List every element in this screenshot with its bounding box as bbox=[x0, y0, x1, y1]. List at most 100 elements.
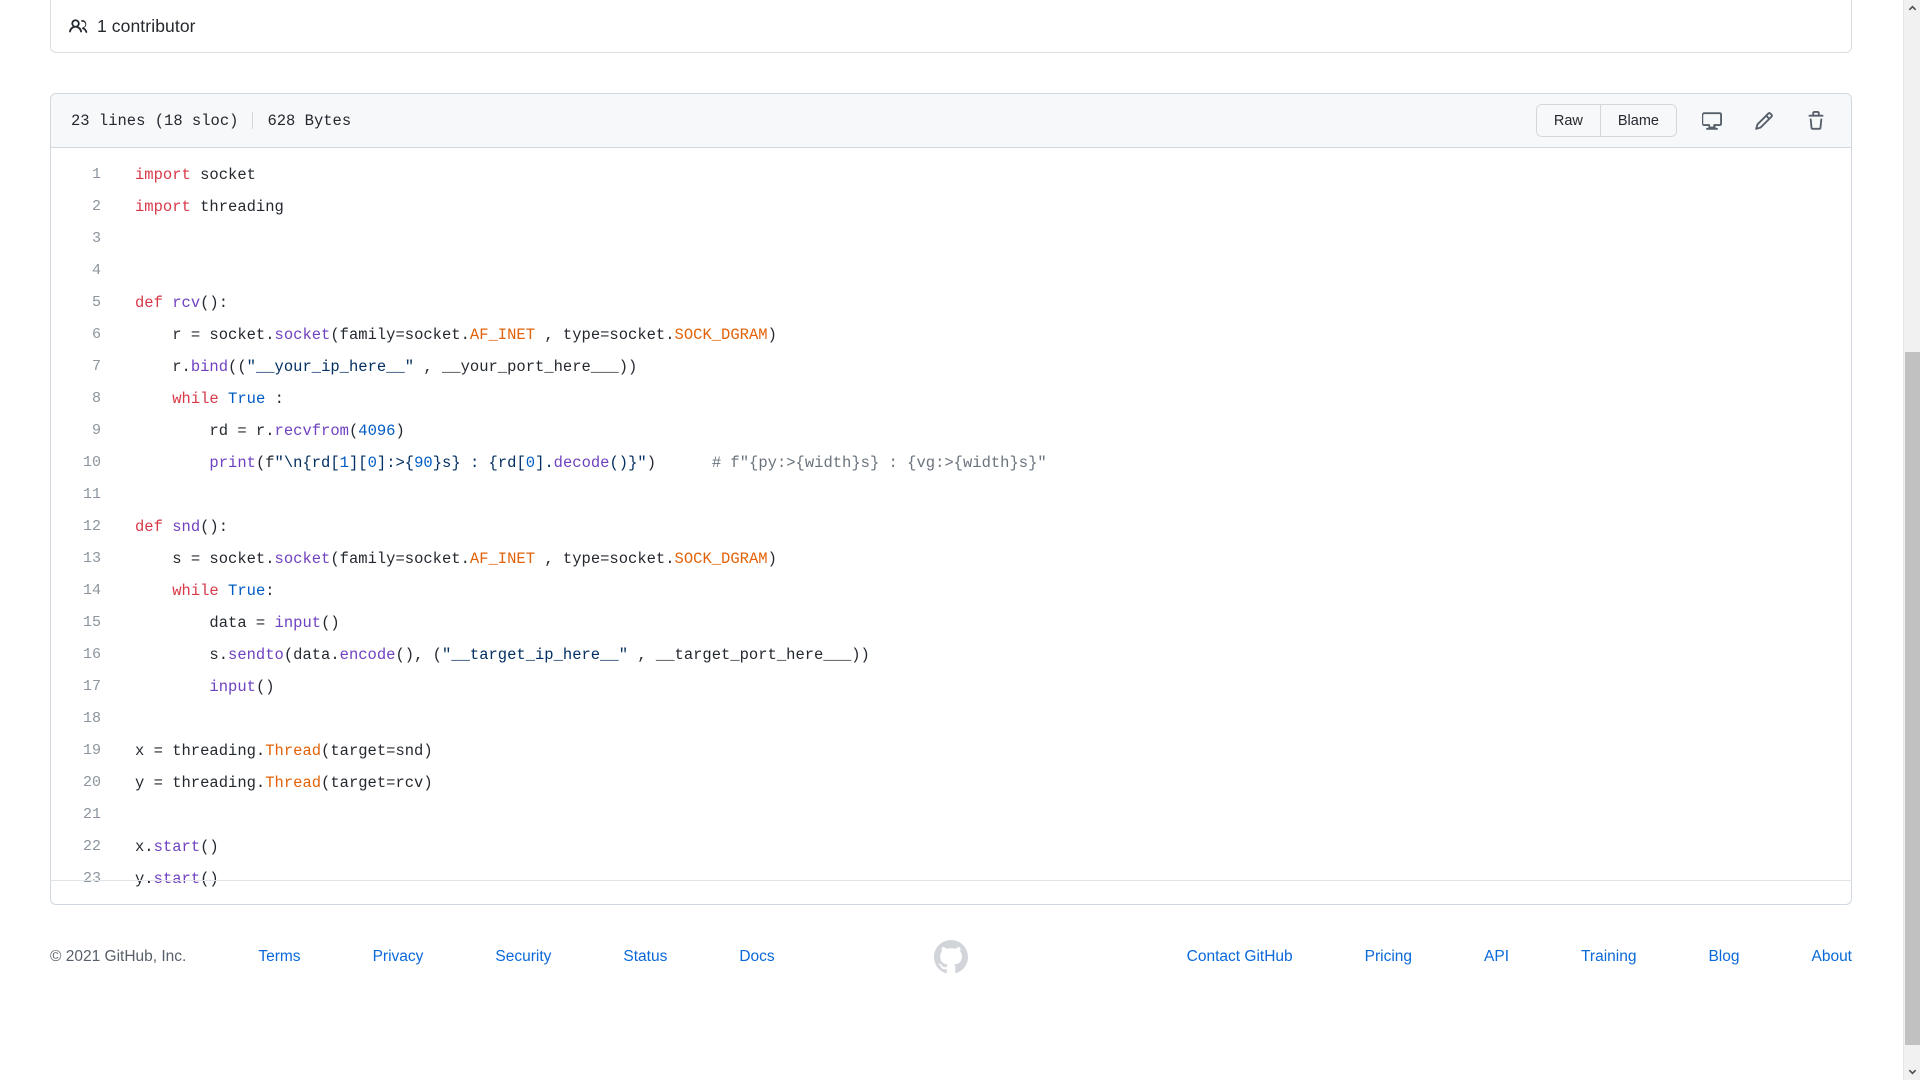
line-content[interactable]: x.start() bbox=[113, 831, 1851, 863]
file-lines-label: 23 lines (18 sloc) bbox=[71, 111, 239, 130]
footer-link-blog[interactable]: Blog bbox=[1708, 948, 1739, 966]
code-line-row: 6 r = socket.socket(family=socket.AF_INE… bbox=[51, 319, 1851, 351]
pencil-icon bbox=[1754, 111, 1774, 131]
page-scrollbar[interactable] bbox=[1903, 0, 1920, 1080]
line-number[interactable]: 2 bbox=[51, 191, 113, 223]
line-content[interactable]: rd = r.recvfrom(4096) bbox=[113, 415, 1851, 447]
line-number[interactable]: 10 bbox=[51, 447, 113, 479]
desktop-download-icon bbox=[1702, 111, 1722, 131]
footer-link-privacy[interactable]: Privacy bbox=[373, 948, 424, 966]
code-line-row: 15 data = input() bbox=[51, 607, 1851, 639]
footer-link-security[interactable]: Security bbox=[495, 948, 551, 966]
line-content[interactable] bbox=[113, 223, 1851, 255]
line-content[interactable]: input() bbox=[113, 671, 1851, 703]
line-content[interactable]: def snd(): bbox=[113, 511, 1851, 543]
line-content[interactable] bbox=[113, 255, 1851, 287]
file-header-toolbar: 23 lines (18 sloc) 628 Bytes Raw Blame bbox=[51, 94, 1851, 148]
line-content[interactable]: y.start() bbox=[113, 863, 1851, 895]
line-number[interactable]: 14 bbox=[51, 575, 113, 607]
contributors-summary[interactable]: 1 contributor bbox=[69, 16, 196, 37]
code-line-row: 19 x = threading.Thread(target=snd) bbox=[51, 735, 1851, 767]
footer-link-status[interactable]: Status bbox=[623, 948, 667, 966]
code-line-row: 9 rd = r.recvfrom(4096) bbox=[51, 415, 1851, 447]
edit-file-button[interactable] bbox=[1747, 105, 1781, 137]
line-number[interactable]: 6 bbox=[51, 319, 113, 351]
blame-button[interactable]: Blame bbox=[1599, 105, 1676, 136]
github-octocat-icon bbox=[934, 940, 968, 974]
scroll-down-button[interactable] bbox=[1904, 1063, 1920, 1080]
line-number[interactable]: 22 bbox=[51, 831, 113, 863]
code-line-row: 13 s = socket.socket(family=socket.AF_IN… bbox=[51, 543, 1851, 575]
delete-file-button[interactable] bbox=[1799, 105, 1833, 137]
line-number[interactable]: 9 bbox=[51, 415, 113, 447]
line-number[interactable]: 8 bbox=[51, 383, 113, 415]
line-number[interactable]: 7 bbox=[51, 351, 113, 383]
line-number[interactable]: 18 bbox=[51, 703, 113, 735]
scroll-up-button[interactable] bbox=[1904, 0, 1920, 17]
copyright-text: © 2021 GitHub, Inc. bbox=[50, 948, 187, 965]
footer-link-about[interactable]: About bbox=[1811, 948, 1852, 966]
line-number[interactable]: 19 bbox=[51, 735, 113, 767]
line-content[interactable]: data = input() bbox=[113, 607, 1851, 639]
code-line-row: 3 bbox=[51, 223, 1851, 255]
line-content[interactable]: import threading bbox=[113, 191, 1851, 223]
main-content-column: 1 contributor 23 lines (18 sloc) 628 Byt… bbox=[50, 0, 1852, 905]
line-content[interactable]: def rcv(): bbox=[113, 287, 1851, 319]
footer-link-terms[interactable]: Terms bbox=[258, 948, 300, 966]
line-content[interactable]: s = socket.socket(family=socket.AF_INET … bbox=[113, 543, 1851, 575]
code-line-row: 7 r.bind(("__your_ip_here__" , __your_po… bbox=[51, 351, 1851, 383]
line-number[interactable]: 20 bbox=[51, 767, 113, 799]
code-table: 1 import socket 2 import threading 3 4 5… bbox=[51, 159, 1851, 895]
file-container: 23 lines (18 sloc) 628 Bytes Raw Blame 1… bbox=[50, 93, 1852, 905]
footer-link-contact-github[interactable]: Contact GitHub bbox=[1187, 948, 1293, 966]
trash-icon bbox=[1806, 110, 1826, 131]
line-content[interactable]: s.sendto(data.encode(), ("__target_ip_he… bbox=[113, 639, 1851, 671]
open-in-desktop-button[interactable] bbox=[1695, 105, 1729, 137]
line-number[interactable]: 11 bbox=[51, 479, 113, 511]
chevron-down-icon bbox=[1908, 1063, 1917, 1080]
line-number[interactable]: 16 bbox=[51, 639, 113, 671]
line-number[interactable]: 13 bbox=[51, 543, 113, 575]
code-line-row: 23 y.start() bbox=[51, 863, 1851, 895]
raw-blame-button-group: Raw Blame bbox=[1535, 104, 1677, 137]
code-line-row: 11 bbox=[51, 479, 1851, 511]
line-number[interactable]: 1 bbox=[51, 159, 113, 191]
line-number[interactable]: 15 bbox=[51, 607, 113, 639]
footer-link-pricing[interactable]: Pricing bbox=[1365, 948, 1412, 966]
line-content[interactable]: while True : bbox=[113, 383, 1851, 415]
github-file-view-page: 1 contributor 23 lines (18 sloc) 628 Byt… bbox=[0, 0, 1920, 1080]
line-content[interactable]: while True: bbox=[113, 575, 1851, 607]
line-content[interactable] bbox=[113, 479, 1851, 511]
line-number[interactable]: 23 bbox=[51, 863, 113, 895]
code-line-row: 5 def rcv(): bbox=[51, 287, 1851, 319]
chevron-up-icon bbox=[1908, 0, 1917, 18]
line-content[interactable]: r = socket.socket(family=socket.AF_INET … bbox=[113, 319, 1851, 351]
line-content[interactable] bbox=[113, 799, 1851, 831]
line-number[interactable]: 17 bbox=[51, 671, 113, 703]
footer-link-api[interactable]: API bbox=[1484, 948, 1509, 966]
footer-link-docs[interactable]: Docs bbox=[739, 948, 774, 966]
line-number[interactable]: 21 bbox=[51, 799, 113, 831]
contributors-label: 1 contributor bbox=[97, 15, 196, 36]
raw-button[interactable]: Raw bbox=[1536, 105, 1600, 136]
contributors-card: 1 contributor bbox=[50, 0, 1852, 53]
line-content[interactable] bbox=[113, 703, 1851, 735]
line-number[interactable]: 5 bbox=[51, 287, 113, 319]
code-line-row: 18 bbox=[51, 703, 1851, 735]
code-line-row: 16 s.sendto(data.encode(), ("__target_ip… bbox=[51, 639, 1851, 671]
line-number[interactable]: 12 bbox=[51, 511, 113, 543]
file-meta: 23 lines (18 sloc) 628 Bytes bbox=[71, 112, 351, 130]
line-content[interactable]: import socket bbox=[113, 159, 1851, 191]
people-icon bbox=[69, 17, 88, 36]
line-content[interactable]: print(f"\n{rd[1][0]:>{90}s} : {rd[0].dec… bbox=[113, 447, 1851, 479]
github-logo[interactable] bbox=[898, 940, 1004, 974]
footer-divider bbox=[50, 880, 1852, 881]
footer-link-training[interactable]: Training bbox=[1581, 948, 1636, 966]
line-content[interactable]: r.bind(("__your_ip_here__" , __your_port… bbox=[113, 351, 1851, 383]
line-content[interactable]: y = threading.Thread(target=rcv) bbox=[113, 767, 1851, 799]
line-content[interactable]: x = threading.Thread(target=snd) bbox=[113, 735, 1851, 767]
line-number[interactable]: 4 bbox=[51, 255, 113, 287]
line-number[interactable]: 3 bbox=[51, 223, 113, 255]
site-footer: © 2021 GitHub, Inc. Terms Privacy Securi… bbox=[50, 940, 1852, 974]
scrollbar-thumb[interactable] bbox=[1905, 352, 1920, 1045]
